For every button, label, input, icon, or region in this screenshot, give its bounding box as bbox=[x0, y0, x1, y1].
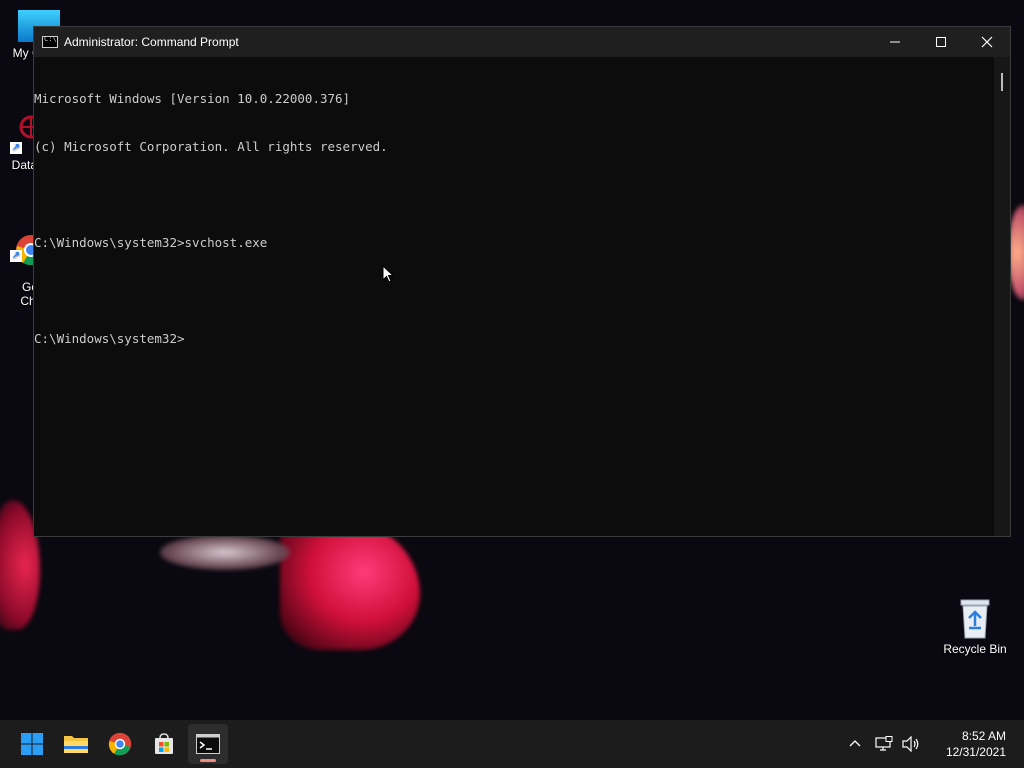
taskbar-clock[interactable]: 8:52 AM 12/31/2021 bbox=[922, 728, 1024, 760]
terminal-icon bbox=[196, 734, 220, 754]
taskbar-file-explorer[interactable] bbox=[56, 724, 96, 764]
scrollbar-thumb[interactable] bbox=[1001, 73, 1003, 91]
console-line: C:\Windows\system32>svchost.exe bbox=[34, 235, 268, 250]
console-prompt-line: C:\Windows\system32> bbox=[34, 331, 185, 346]
console-line: Microsoft Windows [Version 10.0.22000.37… bbox=[34, 91, 351, 106]
wallpaper-petal-white bbox=[160, 535, 290, 570]
close-icon bbox=[981, 36, 993, 48]
system-tray: 8:52 AM 12/31/2021 bbox=[844, 720, 1024, 768]
console-output[interactable]: Microsoft Windows [Version 10.0.22000.37… bbox=[34, 57, 992, 536]
minimize-icon bbox=[890, 41, 900, 43]
clock-time: 8:52 AM bbox=[961, 729, 1006, 743]
close-button[interactable] bbox=[964, 27, 1010, 57]
active-app-indicator bbox=[200, 759, 216, 762]
taskbar-microsoft-store[interactable] bbox=[144, 724, 184, 764]
command-prompt-window[interactable]: Administrator: Command Prompt Microsoft … bbox=[33, 26, 1011, 537]
maximize-icon bbox=[936, 37, 946, 47]
shortcut-arrow-icon: ↗ bbox=[10, 250, 22, 262]
network-icon[interactable] bbox=[872, 732, 896, 756]
desktop-icon-recycle-bin[interactable]: Recycle Bin bbox=[940, 596, 1010, 656]
wallpaper-petal bbox=[280, 520, 420, 650]
chrome-icon bbox=[108, 732, 132, 756]
mouse-cursor-icon bbox=[382, 264, 395, 288]
recycle-bin-label: Recycle Bin bbox=[943, 642, 1007, 656]
taskbar-command-prompt[interactable] bbox=[188, 724, 228, 764]
recycle-bin-icon bbox=[954, 596, 996, 639]
console-line: (c) Microsoft Corporation. All rights re… bbox=[34, 139, 388, 154]
vertical-scrollbar[interactable] bbox=[994, 57, 1010, 536]
clock-date: 12/31/2021 bbox=[945, 745, 1006, 759]
maximize-button[interactable] bbox=[918, 27, 964, 57]
windows-logo-icon bbox=[21, 733, 43, 755]
store-icon bbox=[155, 733, 173, 754]
minimize-button[interactable] bbox=[872, 27, 918, 57]
command-prompt-icon bbox=[42, 35, 58, 48]
start-button[interactable] bbox=[12, 724, 52, 764]
show-hidden-icons-chevron-up-icon[interactable] bbox=[843, 732, 867, 756]
shortcut-arrow-icon: ↗ bbox=[10, 142, 22, 154]
window-title: Administrator: Command Prompt bbox=[64, 35, 239, 49]
taskbar-chrome[interactable] bbox=[100, 724, 140, 764]
title-bar[interactable]: Administrator: Command Prompt bbox=[34, 27, 1010, 57]
taskbar: 8:52 AM 12/31/2021 bbox=[0, 720, 1024, 768]
folder-icon bbox=[64, 736, 88, 753]
volume-speaker-icon[interactable] bbox=[899, 732, 923, 756]
